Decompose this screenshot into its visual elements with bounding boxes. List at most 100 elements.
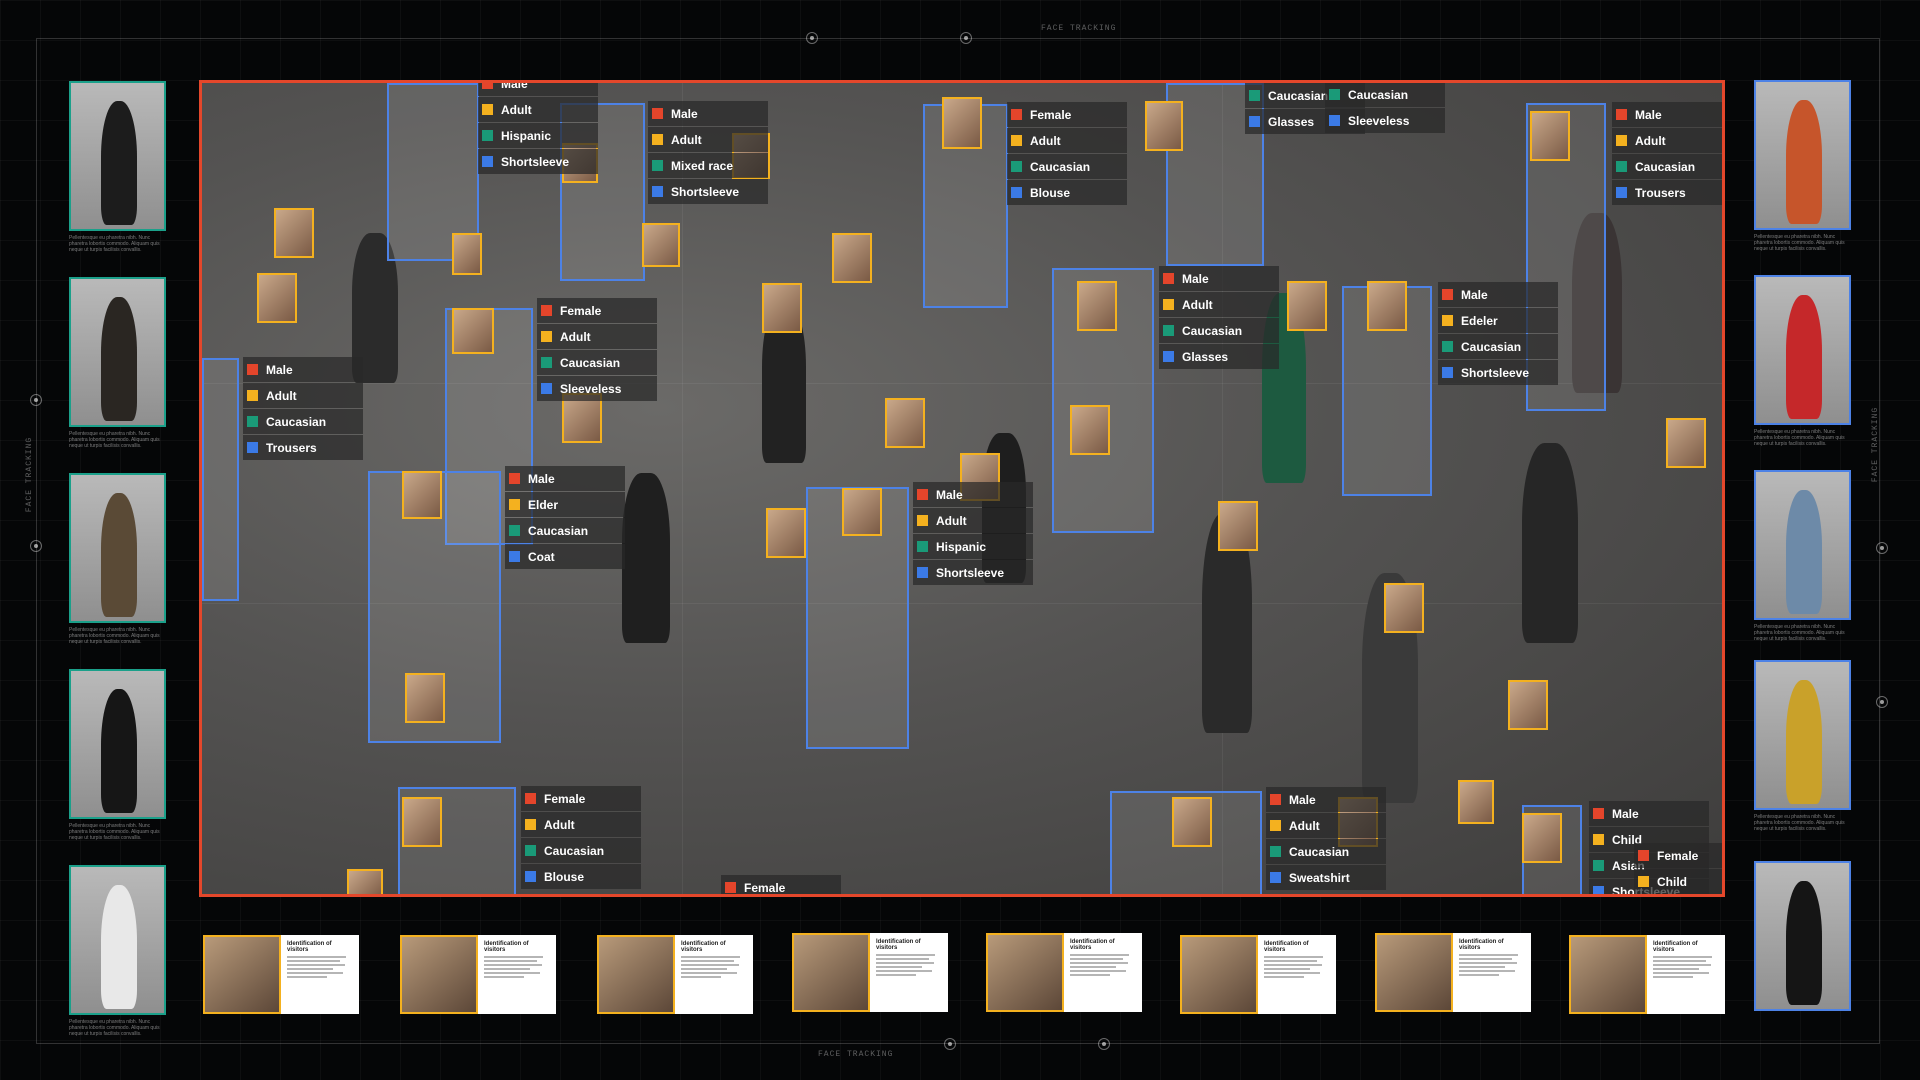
hud-marker-icon <box>30 540 42 552</box>
attribute-swatch-icon <box>247 364 258 375</box>
detection-scene[interactable]: Male Adult Hispanic Shortsleeve Male Adult Mi… <box>199 80 1725 897</box>
face-detection-box[interactable] <box>1287 281 1327 331</box>
face-detection-box[interactable] <box>1522 813 1562 863</box>
attribute-swatch-icon <box>1638 876 1649 887</box>
face-detection-box[interactable] <box>1458 780 1494 824</box>
face-detection-box[interactable] <box>1145 101 1183 151</box>
attribute-swatch-icon <box>1616 135 1627 146</box>
person-thumbnail[interactable] <box>1754 275 1851 425</box>
face-detection-box[interactable] <box>402 797 442 847</box>
face-detection-box[interactable] <box>842 488 882 536</box>
person-thumbnail[interactable] <box>69 81 166 231</box>
hud-marker-icon <box>944 1038 956 1050</box>
person-thumbnail[interactable] <box>69 473 166 623</box>
identification-card[interactable]: Identification of visitors <box>203 935 359 1014</box>
face-detection-box[interactable] <box>762 283 802 333</box>
attribute-label: Adult <box>501 102 532 117</box>
person-figure <box>1786 881 1822 1005</box>
attribute-swatch-icon <box>482 156 493 167</box>
attribute-label: Adult <box>560 329 591 344</box>
card-title: Identification of visitors <box>1653 941 1698 953</box>
face-detection-box[interactable] <box>1367 281 1407 331</box>
person-figure <box>101 493 137 617</box>
identification-card[interactable]: Identification of visitors <box>1569 935 1725 1014</box>
identification-card[interactable]: Identification of visitors <box>400 935 556 1014</box>
attribute-label: Trousers <box>266 440 317 455</box>
attribute-tag-group: Male Elder Caucasian Coat <box>505 466 625 570</box>
face-detection-box[interactable] <box>257 273 297 323</box>
person-thumbnail[interactable] <box>69 865 166 1015</box>
attribute-tag: Female <box>721 875 841 894</box>
attribute-label: Adult <box>1030 133 1061 148</box>
attribute-tag: Female <box>537 298 657 323</box>
person-thumbnail[interactable] <box>1754 80 1851 230</box>
card-title: Identification of visitors <box>1459 939 1504 951</box>
hud-marker-icon <box>30 394 42 406</box>
identification-card[interactable]: Identification of visitors <box>1375 933 1531 1012</box>
attribute-label: Hispanic <box>936 539 987 554</box>
attribute-swatch-icon <box>1329 89 1340 100</box>
attribute-swatch-icon <box>917 515 928 526</box>
identification-card[interactable]: Identification of visitors <box>792 933 948 1012</box>
face-detection-box[interactable] <box>832 233 872 283</box>
attribute-label: Sleeveless <box>1348 113 1410 128</box>
attribute-label: Elder <box>528 497 559 512</box>
attribute-tag: Sleeveless <box>537 376 657 401</box>
face-detection-box[interactable] <box>1530 111 1570 161</box>
attribute-tag: Male <box>913 482 1033 507</box>
face-detection-box[interactable] <box>1070 405 1110 455</box>
face-detection-box[interactable] <box>766 508 806 558</box>
face-detection-box[interactable] <box>347 869 383 894</box>
face-detection-box[interactable] <box>1172 797 1212 847</box>
attribute-tag-group: Female Adult Caucasian Blouse <box>1007 102 1127 206</box>
person-thumbnail[interactable] <box>1754 660 1851 810</box>
face-detection-box[interactable] <box>1666 418 1706 468</box>
attribute-swatch-icon <box>725 882 736 893</box>
face-detection-box[interactable] <box>1508 680 1548 730</box>
face-detection-box[interactable] <box>452 308 494 354</box>
thumbnail-caption: Pellentesque eu pharetra nibh. Nunc phar… <box>69 431 160 449</box>
face-detection-box[interactable] <box>274 208 314 258</box>
attribute-swatch-icon <box>1011 109 1022 120</box>
attribute-swatch-icon <box>1011 135 1022 146</box>
attribute-label: Caucasian <box>1182 323 1243 338</box>
face-detection-box[interactable] <box>405 673 445 723</box>
card-face <box>1180 935 1258 1014</box>
attribute-label: Caucasian <box>528 523 589 538</box>
attribute-tag: Hispanic <box>478 123 598 148</box>
attribute-tag: Trousers <box>1612 180 1722 205</box>
attribute-tag: Blouse <box>1007 180 1127 205</box>
attribute-tag: Sleeveless <box>1325 108 1445 133</box>
attribute-label: Male <box>528 471 555 486</box>
attribute-tag-group: Male Adult Caucasian Trousers <box>243 357 363 461</box>
face-detection-box[interactable] <box>1384 583 1424 633</box>
person-thumbnail[interactable] <box>69 277 166 427</box>
person-thumbnail[interactable] <box>1754 470 1851 620</box>
attribute-swatch-icon <box>1329 115 1340 126</box>
face-detection-box[interactable] <box>1077 281 1117 331</box>
identification-card[interactable]: Identification of visitors <box>597 935 753 1014</box>
attribute-tag: Male <box>1438 282 1558 307</box>
attribute-label: Adult <box>671 132 702 147</box>
attribute-tag: Coat <box>505 544 625 569</box>
identification-card[interactable]: Identification of visitors <box>1180 935 1336 1014</box>
identification-card[interactable]: Identification of visitors <box>986 933 1142 1012</box>
face-detection-box[interactable] <box>642 223 680 267</box>
person-thumbnail[interactable] <box>1754 861 1851 1011</box>
face-detection-box[interactable] <box>1218 501 1258 551</box>
crowd-figure <box>1522 443 1578 643</box>
hud-left-label: FACE TRACKING <box>25 436 35 513</box>
card-title: Identification of visitors <box>484 941 529 953</box>
face-detection-box[interactable] <box>885 398 925 448</box>
face-detection-box[interactable] <box>452 233 482 275</box>
attribute-swatch-icon <box>541 383 552 394</box>
thumbnail-caption: Pellentesque eu pharetra nibh. Nunc phar… <box>69 1019 160 1037</box>
person-thumbnail[interactable] <box>69 669 166 819</box>
face-detection-box[interactable] <box>402 471 442 519</box>
hud-marker-icon <box>960 32 972 44</box>
attribute-label: Adult <box>1635 133 1666 148</box>
attribute-swatch-icon <box>1593 808 1604 819</box>
attribute-label: Caucasian <box>560 355 621 370</box>
face-detection-box[interactable] <box>942 97 982 149</box>
body-detection-box[interactable] <box>202 358 239 601</box>
